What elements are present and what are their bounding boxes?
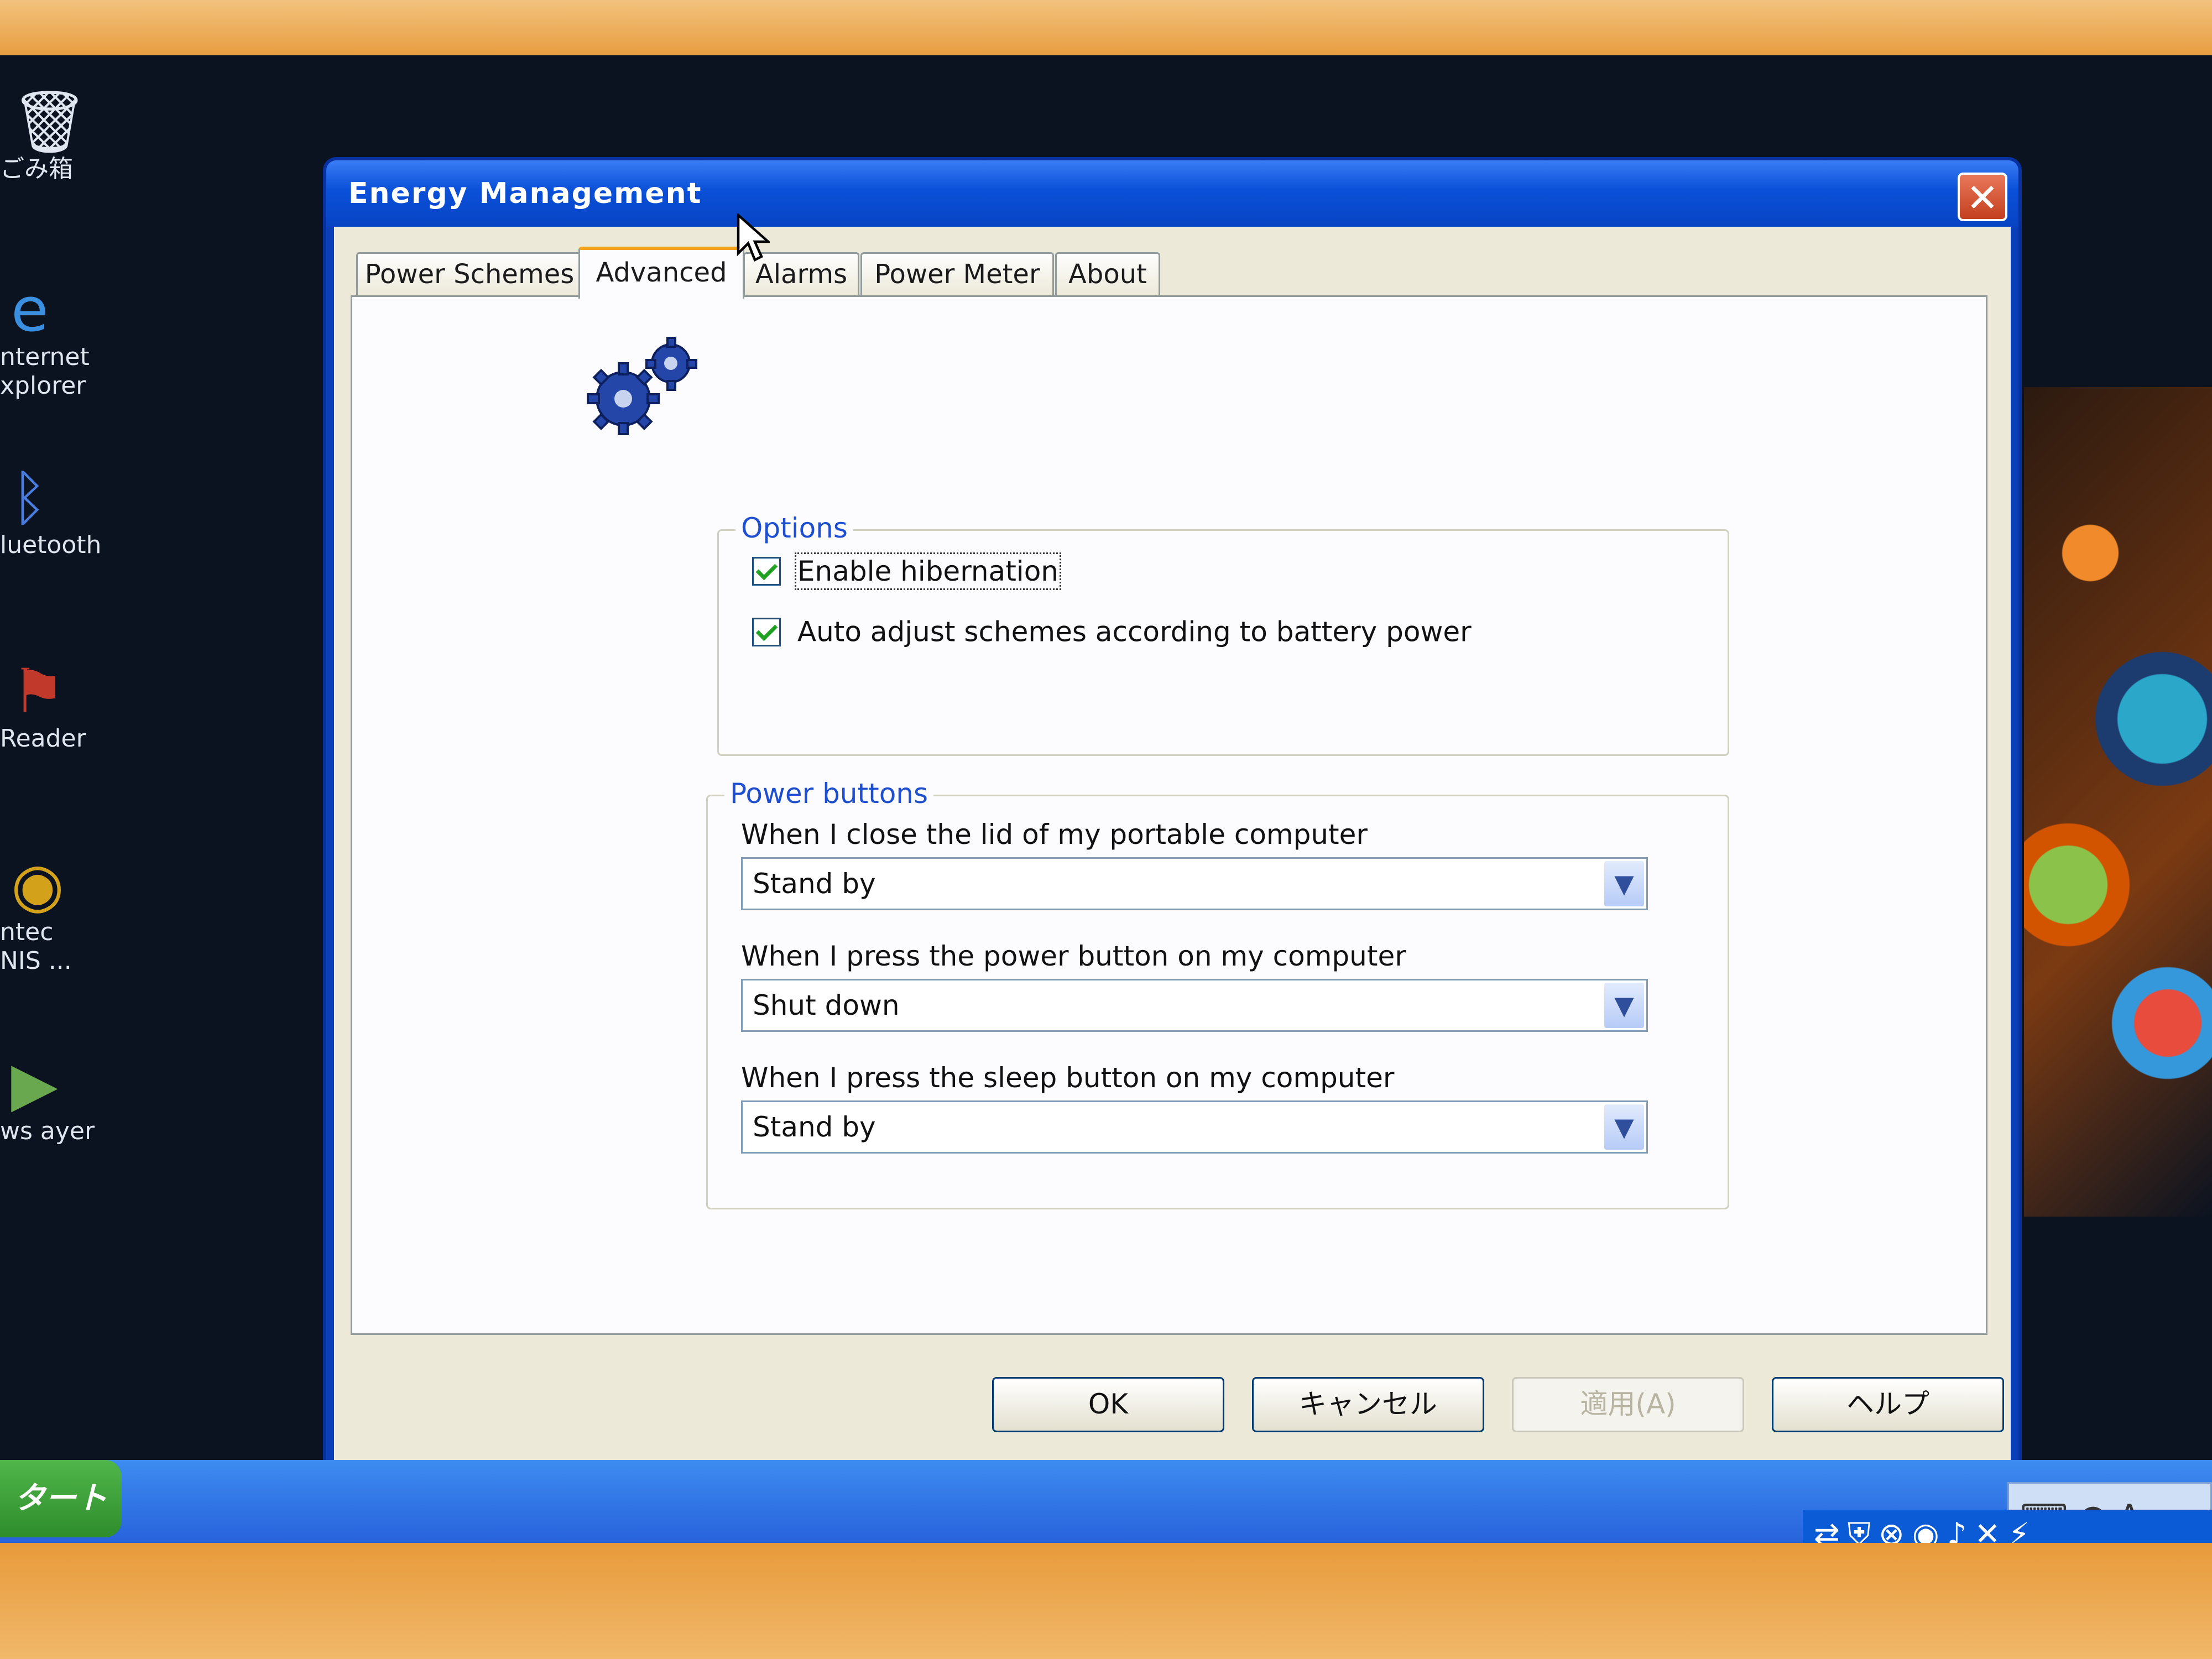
monitor-bezel-top (0, 0, 2212, 61)
enable-hibernation-label[interactable]: Enable hibernation (794, 552, 1061, 590)
desktop-wallpaper (2024, 387, 2212, 1217)
options-legend: Options (735, 512, 853, 544)
antivirus-icon: ◉ (11, 849, 64, 920)
cancel-button[interactable]: キャンセル (1252, 1377, 1484, 1432)
power-button-action-value: Shut down (753, 989, 900, 1021)
gears-icon (587, 337, 697, 435)
chevron-down-icon[interactable]: ▼ (1604, 983, 1644, 1028)
chevron-down-icon[interactable]: ▼ (1604, 861, 1644, 906)
tab-power-meter[interactable]: Power Meter (860, 252, 1054, 296)
sleep-button-action-label: When I press the sleep button on my comp… (741, 1062, 1395, 1094)
lid-action-value: Stand by (753, 868, 876, 900)
internet-explorer-icon: e (11, 274, 49, 345)
desktop-icon-label: ごみ箱 (0, 155, 73, 183)
dialog-client-area: Power Schemes Advanced Alarms Power Mete… (334, 213, 2011, 1460)
desktop-icon-antivirus[interactable]: ◉ ntec NIS ... (0, 852, 100, 975)
tab-label: Power Meter (874, 259, 1040, 290)
desktop-icon-label: luetooth (0, 531, 102, 559)
desktop-icon-label: ws ayer (0, 1117, 95, 1145)
advanced-tab-panel: Options Enable hibernation Auto adjust s… (351, 295, 1987, 1335)
power-button-action-label: When I press the power button on my comp… (741, 940, 1406, 972)
desktop-icon-bluetooth[interactable]: ᛒ luetooth (0, 462, 102, 560)
desktop-icon-label: nternet xplorer (0, 343, 90, 400)
options-groupbox: Options Enable hibernation Auto adjust s… (717, 512, 1729, 756)
help-button[interactable]: ヘルプ (1772, 1377, 2004, 1432)
monitor-bezel-bottom (0, 1543, 2212, 1659)
auto-adjust-checkbox-row[interactable]: Auto adjust schemes according to battery… (752, 614, 1472, 649)
bluetooth-icon: ᛒ (11, 462, 48, 533)
sleep-button-action-value: Stand by (753, 1111, 876, 1143)
tab-label: Advanced (596, 257, 727, 288)
auto-adjust-label[interactable]: Auto adjust schemes according to battery… (797, 616, 1472, 648)
adobe-reader-icon: ⚑ (11, 656, 66, 727)
desktop-icon-media-player[interactable]: ▶ ws ayer (0, 1051, 100, 1146)
power-buttons-groupbox: Power buttons When I close the lid of my… (706, 778, 1729, 1209)
enable-hibernation-checkbox[interactable] (752, 556, 781, 586)
power-buttons-legend: Power buttons (724, 778, 934, 810)
dialog-title: Energy Management (348, 177, 702, 210)
tab-power-schemes[interactable]: Power Schemes (356, 252, 583, 296)
tab-about[interactable]: About (1055, 252, 1160, 296)
tab-label: Power Schemes (364, 259, 575, 290)
power-button-action-select[interactable]: Shut down ▼ (741, 979, 1648, 1032)
start-button[interactable]: タート (0, 1460, 122, 1537)
lid-action-label: When I close the lid of my portable comp… (741, 818, 1368, 851)
close-icon: ✕ (1966, 175, 1999, 221)
tab-advanced[interactable]: Advanced (578, 247, 744, 299)
recycle-bin-icon: 🗑 (11, 86, 88, 157)
lid-action-select[interactable]: Stand by ▼ (741, 857, 1648, 910)
tab-label: Alarms (755, 259, 848, 290)
enable-hibernation-checkbox-row[interactable]: Enable hibernation (752, 552, 1061, 590)
desktop-icon-label: ntec NIS ... (0, 918, 72, 975)
auto-adjust-checkbox[interactable] (752, 617, 781, 646)
chevron-down-icon[interactable]: ▼ (1604, 1104, 1644, 1150)
desktop-icon-internet-explorer[interactable]: e nternet xplorer (0, 276, 100, 400)
tab-label: About (1068, 259, 1147, 290)
screen: 🗑 ごみ箱 e nternet xplorer ᛒ luetooth ⚑ Rea… (0, 55, 2212, 1559)
sleep-button-action-select[interactable]: Stand by ▼ (741, 1100, 1648, 1154)
desktop-icon-reader[interactable]: ⚑ Reader (0, 658, 100, 753)
close-button[interactable]: ✕ (1958, 173, 2007, 221)
dialog-titlebar[interactable]: Energy Management ✕ (326, 160, 2018, 227)
energy-management-dialog: Energy Management ✕ Power Schemes Advanc… (326, 160, 2018, 1465)
apply-button[interactable]: 適用(A) (1512, 1377, 1744, 1432)
desktop-icon-label: Reader (0, 724, 86, 753)
desktop-icon-recycle-bin[interactable]: 🗑 ごみ箱 (0, 88, 100, 184)
ok-button[interactable]: OK (992, 1377, 1224, 1432)
mouse-cursor-icon (737, 213, 770, 262)
media-player-icon: ▶ (11, 1048, 58, 1119)
